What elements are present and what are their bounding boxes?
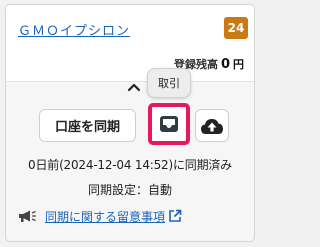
sync-notice: 同期に関する留意事項 xyxy=(17,207,182,225)
sync-status-text: 0日前(2024-12-04 14:52)に同期済み xyxy=(28,158,232,172)
upload-button[interactable] xyxy=(195,109,229,142)
external-link-icon[interactable] xyxy=(168,209,182,223)
sync-setting-text: 同期設定：自動 xyxy=(87,183,172,197)
transactions-button[interactable] xyxy=(148,103,190,145)
account-header: ＧＭＯイプシロン 24 登録残高 0 円 xyxy=(6,5,254,82)
cloud-upload-icon xyxy=(201,118,223,134)
chevron-up-icon[interactable] xyxy=(126,81,142,93)
balance-unit: 円 xyxy=(233,58,244,71)
account-name-link[interactable]: ＧＭＯイプシロン xyxy=(18,20,130,39)
sync-notice-link[interactable]: 同期に関する留意事項 xyxy=(45,208,165,225)
inbox-tray-icon xyxy=(160,116,178,132)
count-badge: 24 xyxy=(224,17,248,39)
balance-value: 0 xyxy=(220,57,230,72)
account-card: ＧＭＯイプシロン 24 登録残高 0 円 取引 口座を同期 0日前(2024-12-… xyxy=(5,4,255,242)
sync-account-button[interactable]: 口座を同期 xyxy=(39,109,136,142)
megaphone-icon xyxy=(19,210,36,222)
transactions-tooltip: 取引 xyxy=(147,68,191,98)
